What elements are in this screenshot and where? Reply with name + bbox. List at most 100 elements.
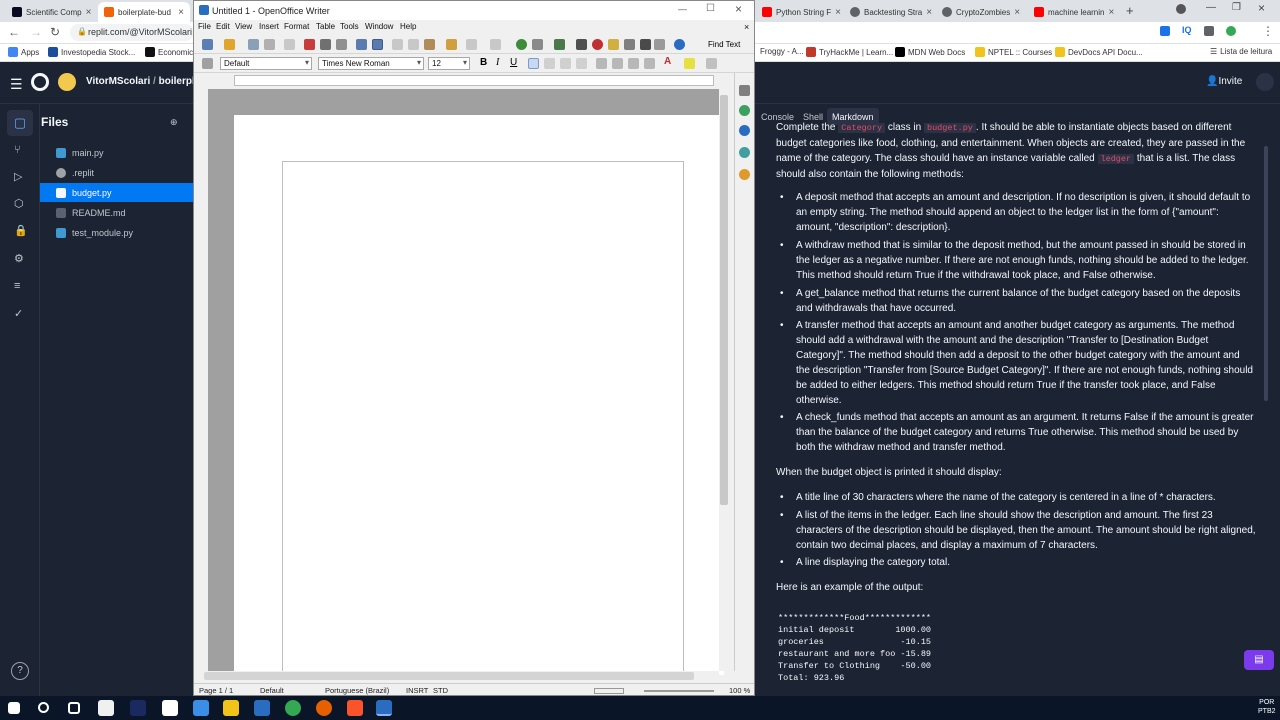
file-item[interactable]: .replit (40, 163, 195, 182)
align-center-icon[interactable] (544, 58, 555, 69)
align-left-icon[interactable] (528, 58, 539, 69)
address-bar[interactable]: 🔒 replit.com/@VitorMScolari (70, 24, 194, 41)
zoom-level[interactable]: 100 % (729, 686, 750, 695)
database-icon[interactable]: ≡ (14, 280, 20, 292)
debugger-icon[interactable]: ▷ (14, 170, 22, 183)
windows-start-icon[interactable] (8, 702, 20, 714)
autospell-icon[interactable] (372, 39, 383, 50)
close-icon[interactable]: × (1108, 7, 1114, 18)
zoom-icon[interactable] (654, 39, 665, 50)
font-color-icon[interactable]: A (664, 56, 671, 67)
find-replace-icon[interactable] (576, 39, 587, 50)
decrease-indent-icon[interactable] (628, 58, 639, 69)
avatar[interactable] (1226, 26, 1236, 36)
menu-tools[interactable]: Tools (340, 22, 359, 31)
copy-icon[interactable] (408, 39, 419, 50)
search-icon[interactable] (38, 702, 49, 713)
underline-icon[interactable]: U (510, 57, 517, 68)
hyperlink-icon[interactable] (516, 39, 527, 50)
bold-icon[interactable]: B (480, 57, 487, 68)
navigator-icon[interactable] (592, 39, 603, 50)
profile-icon[interactable] (1176, 4, 1186, 14)
menu-edit[interactable]: Edit (216, 22, 230, 31)
styles-formatting-icon[interactable] (739, 125, 750, 136)
maximize-icon[interactable]: ☐ (706, 3, 715, 14)
new-tab-icon[interactable]: + (1126, 3, 1134, 18)
styles-icon[interactable] (202, 58, 213, 69)
show-draw-icon[interactable] (554, 39, 565, 50)
add-file-icon[interactable]: ⊕ (170, 117, 178, 128)
invite-button[interactable]: 👤Invite (1206, 76, 1242, 87)
gallery-icon[interactable] (739, 147, 750, 158)
file-item[interactable]: test_module.py (40, 223, 195, 242)
justify-icon[interactable] (576, 58, 587, 69)
numbering-icon[interactable] (596, 58, 607, 69)
task-view-icon[interactable] (68, 702, 80, 714)
increase-indent-icon[interactable] (644, 58, 655, 69)
menu-table[interactable]: Table (316, 22, 335, 31)
nonprinting-chars-icon[interactable] (640, 39, 651, 50)
find-text-field[interactable]: Find Text (708, 40, 740, 49)
back-icon[interactable]: ← (8, 25, 20, 39)
highlight-icon[interactable] (684, 58, 695, 69)
bookmark-apps[interactable]: Apps (8, 47, 39, 57)
bookmark[interactable]: NPTEL :: Courses (975, 47, 1052, 57)
app-icon[interactable] (130, 700, 146, 716)
menu-help[interactable]: Help (400, 22, 416, 31)
language-indicator[interactable]: Portuguese (Brazil) (325, 686, 389, 695)
page-style[interactable]: Default (260, 686, 284, 695)
firefox-icon[interactable] (316, 700, 332, 716)
bookmark[interactable]: Investopedia Stock... (48, 47, 135, 57)
browser-tab[interactable]: Scientific Comp × (6, 2, 96, 22)
vertical-ruler[interactable] (194, 89, 208, 671)
align-right-icon[interactable] (560, 58, 571, 69)
close-window-icon[interactable]: × (1258, 1, 1265, 15)
bookmark[interactable]: Froggy - A... (760, 47, 804, 56)
replit-logo-icon[interactable] (31, 73, 49, 91)
browser-tab[interactable]: CryptoZombies × (936, 2, 1026, 22)
extension-iq-icon[interactable]: IQ (1182, 25, 1192, 35)
minimize-icon[interactable]: — (1206, 2, 1216, 13)
bookmark-reading-list[interactable]: ☰ Lista de leitura (1210, 47, 1272, 56)
background-color-icon[interactable] (706, 58, 717, 69)
menu-dots-icon[interactable]: ⋮ (1262, 24, 1274, 38)
menu-file[interactable]: File (198, 22, 211, 31)
data-sources-icon[interactable] (624, 39, 635, 50)
puzzle-icon[interactable] (1204, 26, 1214, 36)
chrome-icon[interactable] (285, 700, 301, 716)
close-icon[interactable]: × (86, 7, 92, 18)
chat-icon[interactable]: ▤ (1244, 650, 1274, 670)
navigator-icon[interactable] (739, 169, 750, 180)
browser-tab[interactable]: machine learnin × (1028, 2, 1118, 22)
check-icon[interactable]: ✓ (14, 307, 23, 320)
avatar[interactable] (58, 73, 76, 91)
browser-tab[interactable]: Backtesting Stra × (844, 2, 934, 22)
view-layout-icon[interactable] (594, 688, 624, 694)
hamburger-icon[interactable]: ☰ (10, 76, 23, 93)
close-icon[interactable]: × (735, 2, 742, 16)
scrollbar[interactable] (1264, 146, 1268, 401)
close-doc-icon[interactable]: × (744, 22, 749, 32)
paragraph-style-select[interactable]: Default (220, 57, 312, 70)
table-icon[interactable] (532, 39, 543, 50)
brave-icon[interactable] (347, 700, 363, 716)
redo-icon[interactable] (490, 39, 501, 50)
sidebar-menu-icon[interactable] (739, 85, 750, 96)
username-link[interactable]: VitorMScolari (86, 76, 150, 87)
font-size-select[interactable]: 12 (428, 57, 470, 70)
minimize-icon[interactable]: — (678, 4, 687, 14)
menu-window[interactable]: Window (365, 22, 393, 31)
italic-icon[interactable]: I (496, 57, 499, 68)
file-item[interactable]: README.md (40, 203, 195, 222)
lock-icon[interactable]: 🔒 (14, 224, 28, 237)
close-icon[interactable]: × (835, 7, 841, 18)
zoom-slider[interactable] (644, 690, 714, 692)
vertical-scrollbar[interactable] (719, 89, 729, 671)
language-indicator[interactable]: POR PTB2 (1258, 698, 1276, 716)
insert-mode[interactable]: INSRT (406, 686, 428, 695)
scroll-thumb[interactable] (720, 95, 728, 505)
bullets-icon[interactable] (612, 58, 623, 69)
print-icon[interactable] (320, 39, 331, 50)
email-icon[interactable] (264, 39, 275, 50)
help-icon[interactable] (674, 39, 685, 50)
